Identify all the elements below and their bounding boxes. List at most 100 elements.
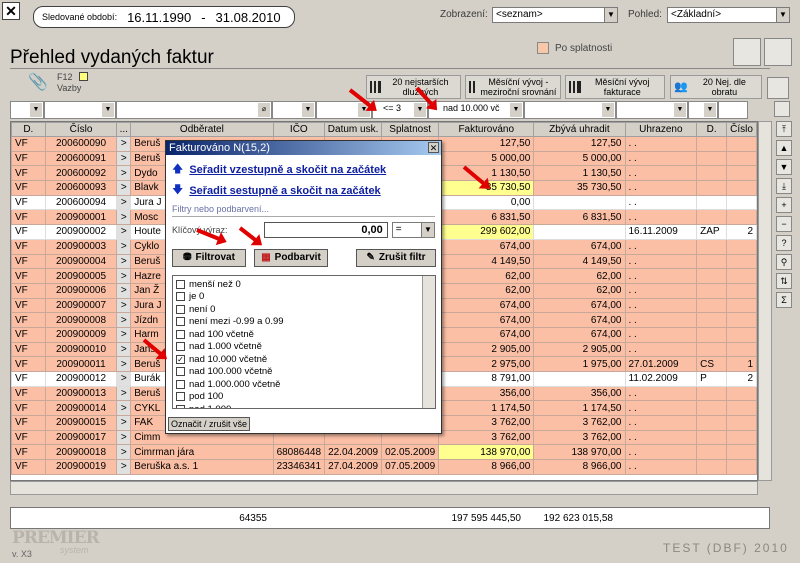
column-header[interactable]: Splatnost [381, 122, 440, 137]
period-box[interactable]: Sledované období: 16.11.1990 - 31.08.201… [33, 6, 295, 28]
toolbar-button-3[interactable]: 👥 20 Nej. dle obratu [670, 75, 762, 99]
color-button[interactable]: ▦ Podbarvit [254, 249, 328, 267]
checkbox[interactable] [176, 304, 185, 314]
filter-uhrazeno[interactable]: ▼ [616, 101, 688, 119]
row-detail-icon[interactable]: > [116, 415, 132, 431]
toggle-all-button[interactable]: Označit / zrušit vše [168, 417, 250, 431]
row-detail-icon[interactable]: > [116, 268, 132, 284]
row-detail-icon[interactable]: > [116, 341, 132, 358]
save-icon[interactable] [774, 101, 790, 117]
row-detail-icon[interactable]: > [116, 326, 132, 343]
row-detail-icon[interactable]: > [116, 429, 132, 446]
row-detail-icon[interactable]: > [116, 194, 132, 211]
sort-desc-row[interactable]: 🡇 Seřadit sestupně a skočit na začátek [172, 181, 435, 200]
row-detail-icon[interactable]: > [116, 238, 132, 255]
filter-d2[interactable]: ▼ [688, 101, 718, 119]
filter-option[interactable]: ✓ nad 10.000 včetně [173, 353, 435, 366]
last-record-icon[interactable]: ⤓ [776, 178, 792, 194]
sort-asc-link[interactable]: Seřadit vzestupně a skočit na začátek [189, 164, 386, 176]
row-detail-icon[interactable]: > [116, 297, 132, 314]
first-record-icon[interactable]: ⤒ [776, 121, 792, 137]
help-icon[interactable]: ? [776, 235, 792, 251]
row-detail-icon[interactable]: > [116, 371, 132, 387]
zoom-out-icon[interactable]: − [776, 216, 792, 232]
filter-cislo2[interactable] [718, 101, 748, 119]
filter-ico[interactable]: ▼ [272, 101, 316, 119]
checkbox[interactable] [176, 404, 185, 408]
list-scrollbar[interactable] [422, 276, 435, 408]
keyword-input[interactable]: 0,00 [264, 222, 388, 238]
checkbox[interactable]: ✓ [176, 354, 185, 364]
filter-option[interactable]: nad 1.000.000 včetně [173, 378, 435, 391]
row-detail-icon[interactable]: > [116, 356, 132, 372]
filter-option[interactable]: je 0 [173, 291, 435, 304]
row-detail-icon[interactable]: > [116, 282, 132, 299]
row-detail-icon[interactable]: > [116, 150, 132, 167]
prev-record-icon[interactable]: ▲ [776, 140, 792, 156]
row-detail-icon[interactable]: > [116, 180, 132, 196]
next-record-icon[interactable]: ▼ [776, 159, 792, 175]
clear-filter-button[interactable]: ✎ Zrušit filtr [356, 249, 436, 267]
row-detail-icon[interactable]: > [116, 312, 132, 328]
vertical-scrollbar[interactable] [758, 121, 772, 481]
close-icon[interactable]: ✕ [428, 142, 439, 153]
filter-button[interactable]: ⛃ Filtrovat [172, 249, 246, 267]
column-header[interactable]: Odběratel [130, 122, 274, 137]
filter-zbyva[interactable]: ▼ [524, 101, 616, 119]
table-row[interactable]: VF 200900018 > Cimrman jára 68086448 22.04.20… [11, 444, 757, 461]
filter-odberatel[interactable]: ⌀ [116, 101, 272, 119]
column-header[interactable]: D. [696, 122, 728, 137]
column-header[interactable]: Zbývá uhradit [533, 122, 626, 137]
filter-option[interactable]: není 0 [173, 303, 435, 316]
row-detail-icon[interactable]: > [116, 224, 132, 240]
sort-asc-row[interactable]: 🡅 Seřadit vzestupně a skočit na začátek [172, 160, 435, 179]
filter-option[interactable]: nad 100.000 včetně [173, 366, 435, 379]
toolbar-button-0[interactable]: 20 nejstarších dlužných [366, 75, 461, 99]
sort-icon[interactable]: ⇅ [776, 273, 792, 289]
filter-option[interactable]: nad 1.000 včetně [173, 341, 435, 354]
sort-desc-link[interactable]: Seřadit sestupně a skočit na začátek [189, 185, 380, 197]
row-detail-icon[interactable]: > [116, 209, 132, 226]
row-detail-icon[interactable]: > [116, 444, 132, 461]
column-header[interactable]: Číslo [44, 122, 118, 137]
export-icon[interactable] [733, 38, 761, 66]
filter-icon[interactable]: ⚲ [776, 254, 792, 270]
po-splatnosti-checkbox[interactable] [537, 42, 549, 54]
filter-option[interactable]: pod 100 [173, 391, 435, 404]
operator-select[interactable]: = ▼ [391, 222, 435, 238]
row-detail-icon[interactable]: > [116, 459, 132, 475]
close-icon[interactable]: ✕ [2, 2, 20, 20]
column-header[interactable]: Uhrazeno [624, 122, 698, 137]
column-header[interactable]: Číslo [726, 122, 757, 137]
checkbox[interactable] [176, 329, 185, 339]
row-detail-icon[interactable]: > [116, 385, 132, 402]
zoom-in-icon[interactable]: + [776, 197, 792, 213]
row-detail-icon[interactable]: > [116, 253, 132, 270]
checkbox[interactable] [176, 317, 185, 327]
chevron-down-icon[interactable]: ▼ [604, 8, 617, 22]
filter-option[interactable]: pod 1.000 [173, 403, 435, 408]
zobrazeni-select[interactable]: <seznam> ▼ [492, 7, 618, 23]
toolbar-button-2[interactable]: Měsíční vývoj fakturace [565, 75, 665, 99]
checkbox[interactable] [176, 292, 185, 302]
filter-d[interactable]: ▼ [10, 101, 44, 119]
filter-option[interactable]: menší než 0 [173, 278, 435, 291]
chevron-down-icon[interactable]: ▼ [776, 8, 789, 22]
checkbox[interactable] [176, 392, 185, 402]
column-header[interactable]: D. [11, 122, 46, 137]
printer-icon[interactable] [764, 38, 792, 66]
checkbox[interactable] [176, 367, 185, 377]
horizontal-scrollbar[interactable] [10, 481, 758, 495]
checkbox[interactable] [176, 279, 185, 289]
toolbar-button-1[interactable]: Měsíční vývoj - meziroční srovnání [465, 75, 561, 99]
column-header[interactable]: ... [116, 122, 132, 137]
column-header[interactable]: Fakturováno [438, 122, 535, 137]
filter-option[interactable]: nad 100 včetně [173, 328, 435, 341]
row-detail-icon[interactable]: > [116, 400, 132, 417]
sum-icon[interactable]: Σ [776, 292, 792, 308]
column-header[interactable]: Datum usk. [324, 122, 383, 137]
row-detail-icon[interactable]: > [116, 136, 132, 152]
column-header[interactable]: IČO [272, 122, 326, 137]
settings-icon[interactable] [767, 77, 789, 99]
filter-fakturovano[interactable]: nad 10.000 vč ▼ [428, 101, 524, 119]
